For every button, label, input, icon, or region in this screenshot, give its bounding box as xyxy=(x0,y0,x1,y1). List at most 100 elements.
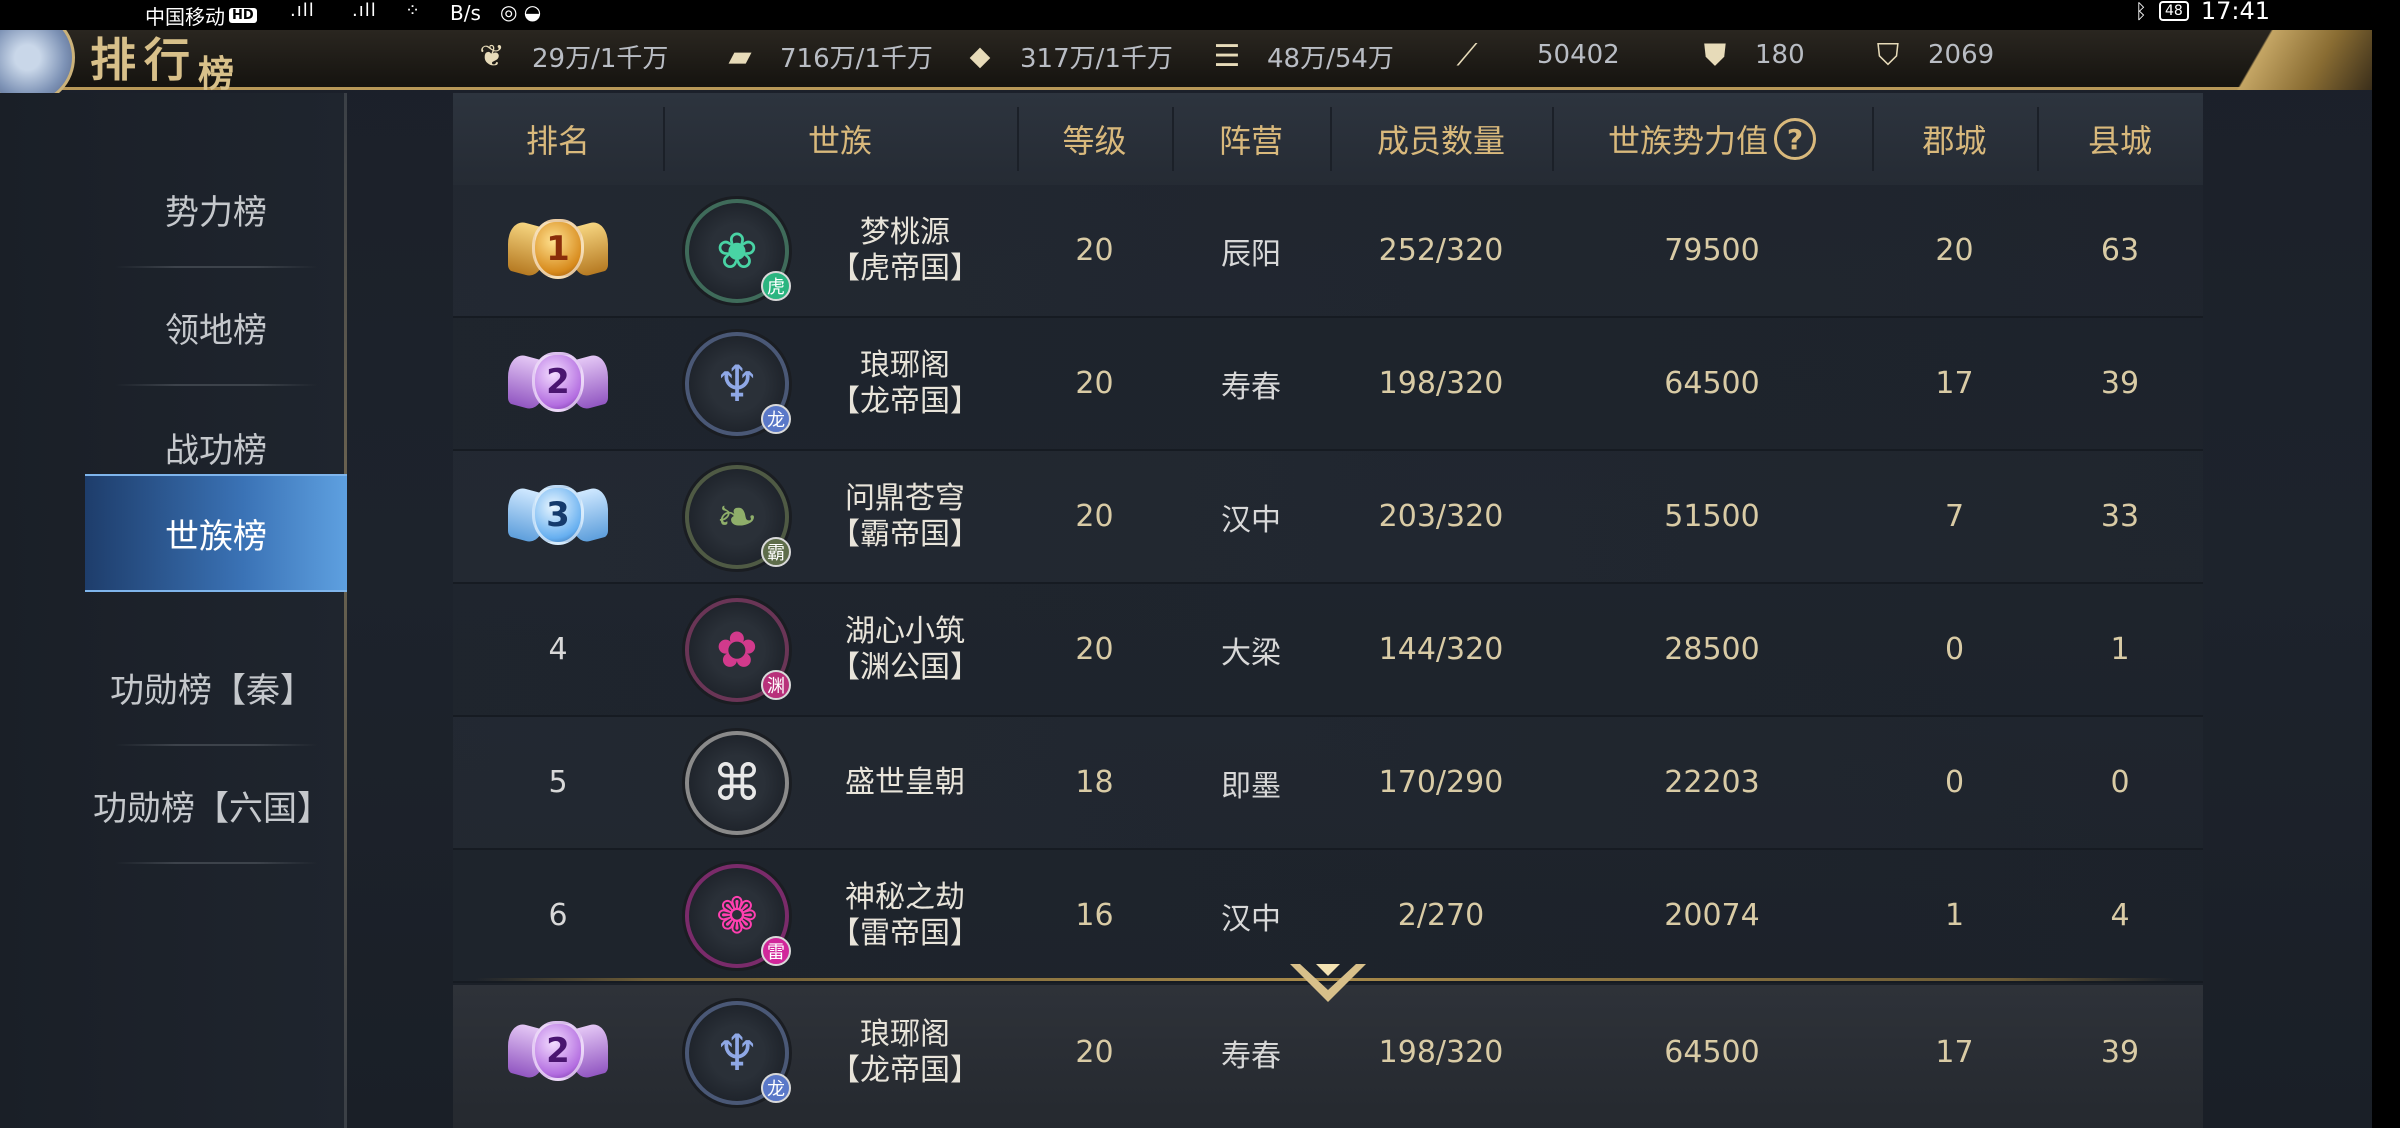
clan-name-text: 盛世皇朝 xyxy=(845,764,965,800)
clan-emblem-icon[interactable]: ♆ 龙 xyxy=(685,1000,791,1105)
bluetooth-icon: ᛒ xyxy=(2135,0,2147,23)
table-row[interactable]: 1 ❀ 虎 梦桃源 【虎帝国】 20 辰阳 252/320 79500 20 6… xyxy=(453,185,2203,318)
clan-emblem-icon[interactable]: ✿ 渊 xyxy=(685,597,791,702)
clan-cell: ❁ 雷 神秘之劫 【雷帝国】 xyxy=(663,850,1017,981)
wifi-icon: ⁘ xyxy=(405,0,422,21)
clan-empire-text: 【龙帝国】 xyxy=(830,383,980,419)
rank-cell: 5 xyxy=(548,765,568,800)
nation-badge: 虎 xyxy=(761,270,791,301)
resource-value: 50402 xyxy=(1537,40,1620,70)
level-cell: 20 xyxy=(1075,233,1114,268)
power-cell: 79500 xyxy=(1664,233,1760,268)
resource-value: 29万/1千万 xyxy=(532,44,669,74)
clan-cell: ⌘ 盛世皇朝 xyxy=(663,717,1017,848)
lotus-icon: ❁ xyxy=(716,886,758,945)
rank-number: 2 xyxy=(532,351,584,412)
sidebar-item-power-ranking[interactable]: 势力榜 xyxy=(85,150,347,268)
sidebar-item-honor-six-states[interactable]: 功勋榜【六国】 xyxy=(85,746,347,864)
sidebar-item-clan-ranking[interactable]: 世族榜 xyxy=(85,474,347,592)
resource-silver[interactable]: ⛉ 2069 xyxy=(1866,38,1995,73)
gold-ingot-icon: ⛊ xyxy=(1703,37,1727,73)
power-cell: 22203 xyxy=(1664,765,1760,800)
gold-medal-icon: 1 xyxy=(508,205,608,297)
rank-number: 3 xyxy=(532,484,584,545)
members-cell: 203/320 xyxy=(1378,499,1504,534)
phoenix-icon: ♆ xyxy=(714,354,760,413)
level-cell: 20 xyxy=(1075,1035,1114,1070)
resource-wheat[interactable]: ❦ 29万/1千万 xyxy=(470,38,668,75)
sidebar-item-honor-qin[interactable]: 功勋榜【秦】 xyxy=(85,628,347,746)
nation-badge: 龙 xyxy=(761,403,791,434)
clan-name: 琅琊阁 【龙帝国】 xyxy=(803,1017,1007,1089)
clan-name: 琅琊阁 【龙帝国】 xyxy=(803,348,1007,420)
clan-emblem-icon[interactable]: ❁ 雷 xyxy=(685,863,791,968)
network-speed: B/s xyxy=(450,1,481,25)
rank-cell: 1 xyxy=(453,185,663,316)
header-power-label: 世族势力值 xyxy=(1607,122,1768,160)
sidebar-item-label: 领地榜 xyxy=(165,310,267,351)
nation-badge: 霸 xyxy=(761,536,791,567)
power-cell: 51500 xyxy=(1664,499,1760,534)
status-right: ᛒ 48 17:41 xyxy=(2135,0,2270,25)
rank-cell: 6 xyxy=(548,898,568,933)
sidebar-item-territory-ranking[interactable]: 领地榜 xyxy=(85,268,347,386)
rank-cell: 3 xyxy=(453,451,663,582)
clan-emblem-icon[interactable]: ❀ 虎 xyxy=(685,198,791,303)
resource-gold[interactable]: ⛊ 180 xyxy=(1693,37,1805,73)
power-cell: 64500 xyxy=(1664,1035,1760,1070)
clan-empire-text: 【霸帝国】 xyxy=(830,516,980,552)
battery-icon: 48 xyxy=(2159,1,2189,21)
table-row[interactable]: 2 ♆ 龙 琅琊阁 【龙帝国】 20 寿春 198/320 64500 17 3… xyxy=(453,318,2203,451)
nation-badge: 渊 xyxy=(761,669,791,700)
camp-cell: 汉中 xyxy=(1221,502,1281,538)
level-cell: 16 xyxy=(1075,898,1114,933)
county-cell: 1 xyxy=(2110,632,2130,667)
header-commandery: 郡城 xyxy=(1872,93,2037,185)
sidebar-item-label: 世族榜 xyxy=(165,516,267,557)
clan-name-text: 神秘之劫 xyxy=(845,879,965,915)
purple-medal-icon: 2 xyxy=(508,338,608,430)
resource-wood[interactable]: ▰ 716万/1千万 xyxy=(718,38,932,75)
clan-name-text: 梦桃源 xyxy=(860,214,950,250)
resource-value: 2069 xyxy=(1928,40,1995,70)
clan-name-text: 琅琊阁 xyxy=(860,1016,950,1052)
members-cell: 198/320 xyxy=(1378,366,1504,401)
help-icon[interactable]: ? xyxy=(1774,118,1816,160)
county-cell: 4 xyxy=(2110,898,2130,933)
resource-value: 317万/1千万 xyxy=(1020,44,1173,74)
power-cell: 64500 xyxy=(1664,366,1760,401)
clan-emblem-icon[interactable]: ⌘ xyxy=(685,730,789,835)
chevron-down-icon[interactable] xyxy=(1278,958,1378,1008)
table-row[interactable]: 3 ❧ 霸 问鼎苍穹 【霸帝国】 20 汉中 203/320 51500 7 3… xyxy=(453,451,2203,584)
header-level: 等级 xyxy=(1017,93,1172,185)
commandery-cell: 20 xyxy=(1935,233,1974,268)
clan-emblem-icon[interactable]: ♆ 龙 xyxy=(685,331,791,436)
sidebar-item-label: 战功榜 xyxy=(165,430,267,471)
clan-emblem-icon[interactable]: ❧ 霸 xyxy=(685,464,791,569)
commandery-cell: 17 xyxy=(1935,366,1974,401)
resource-stone[interactable]: ⬥ 317万/1千万 xyxy=(958,38,1173,75)
county-cell: 0 xyxy=(2110,765,2130,800)
page-title-small: 榜 xyxy=(198,53,235,95)
nation-badge: 龙 xyxy=(761,1072,791,1103)
power-cell: 28500 xyxy=(1664,632,1760,667)
resource-iron[interactable]: ☰ 48万/54万 xyxy=(1205,38,1394,75)
hd-badge: HD xyxy=(229,8,257,23)
clan-empire-text: 【渊公国】 xyxy=(830,649,980,685)
resource-decree[interactable]: ⟋ 50402 xyxy=(1445,38,1620,73)
members-cell: 252/320 xyxy=(1378,233,1504,268)
commandery-cell: 0 xyxy=(1944,632,1965,667)
stone-icon: ⬥ xyxy=(969,39,991,74)
header-county: 县城 xyxy=(2037,93,2203,185)
level-cell: 20 xyxy=(1075,366,1114,401)
page-title-main: 排行 xyxy=(90,33,198,87)
signal-icon: .ıll xyxy=(290,0,315,21)
lotus-icon: ✿ xyxy=(716,620,758,679)
header-rank: 排名 xyxy=(525,122,590,160)
table-row[interactable]: 5 ⌘ 盛世皇朝 18 即墨 170/290 22203 0 0 xyxy=(453,717,2203,850)
carrier-label: 中国移动 HD xyxy=(145,1,257,30)
table-row[interactable]: 4 ✿ 渊 湖心小筑 【渊公国】 20 大梁 144/320 28500 0 1 xyxy=(453,584,2203,717)
page-title: 排行榜 xyxy=(90,24,234,95)
level-cell: 20 xyxy=(1075,632,1114,667)
members-cell: 144/320 xyxy=(1378,632,1504,667)
